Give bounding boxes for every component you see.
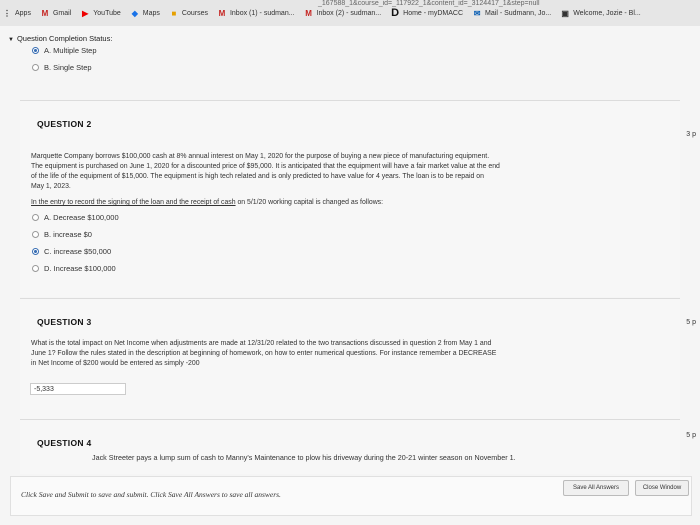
bookmark-maps[interactable]: ◆ Maps bbox=[130, 9, 160, 18]
answer-input[interactable]: -5,333 bbox=[30, 383, 126, 395]
points-label: 5 p bbox=[686, 319, 696, 326]
points-label: 3 p bbox=[686, 131, 696, 138]
q2-option-b[interactable]: B. increase $0 bbox=[32, 230, 92, 239]
radio-button[interactable] bbox=[32, 47, 39, 54]
completion-status[interactable]: ▼ Question Completion Status: bbox=[8, 34, 112, 43]
courses-icon: ■ bbox=[171, 8, 177, 18]
question-text: Marquette Company borrows $100,000 cash … bbox=[31, 153, 500, 190]
question-text: Jack Streeter pays a lump sum of cash to… bbox=[92, 453, 516, 462]
question-text: What is the total impact on Net Income w… bbox=[31, 340, 497, 367]
radio-button[interactable] bbox=[32, 214, 39, 221]
maps-icon: ◆ bbox=[131, 8, 138, 18]
triangle-down-icon: ▼ bbox=[8, 37, 14, 43]
d-icon: D bbox=[391, 6, 400, 19]
gmail-icon: M bbox=[218, 8, 226, 18]
bookmark-courses[interactable]: ■ Courses bbox=[169, 9, 208, 18]
gmail-icon: M bbox=[305, 8, 312, 18]
bookmarks-bar: _167588_1&course_id=_117922_1&content_id… bbox=[0, 0, 700, 27]
bookmark-youtube[interactable]: ▶ YouTube bbox=[80, 9, 121, 18]
submit-footer: Click Save and Submit to save and submit… bbox=[10, 476, 692, 516]
apps-icon: ⋮ bbox=[3, 8, 11, 18]
question-3-card: QUESTION 3 5 p What is the total impact … bbox=[20, 298, 696, 419]
question-title: QUESTION 3 bbox=[37, 317, 92, 327]
bookmark-mydmacc[interactable]: D Home - myDMACC bbox=[390, 6, 463, 19]
url-fragment: _167588_1&course_id=_117922_1&content_id… bbox=[318, 0, 540, 7]
q1-option-a[interactable]: A. Multiple Step bbox=[32, 46, 97, 55]
points-label: 5 p bbox=[686, 432, 696, 439]
radio-button[interactable] bbox=[32, 265, 39, 272]
radio-button[interactable] bbox=[32, 248, 39, 255]
q2-option-a[interactable]: A. Decrease $100,000 bbox=[32, 213, 119, 222]
close-window-button[interactable]: Close Window bbox=[635, 480, 689, 496]
welcome-icon: ▣ bbox=[561, 8, 569, 18]
radio-button[interactable] bbox=[32, 231, 39, 238]
page-content: ▼ Question Completion Status: A. Multiple… bbox=[0, 26, 700, 525]
bookmark-inbox-1[interactable]: M Inbox (1) - sudman... bbox=[217, 9, 295, 18]
bookmark-mail[interactable]: ✉ Mail - Sudmann, Jo... bbox=[472, 8, 552, 18]
question-title: QUESTION 4 bbox=[37, 438, 92, 448]
q2-option-c[interactable]: C. increase $50,000 bbox=[32, 247, 111, 256]
question-4-card: QUESTION 4 5 p Jack Streeter pays a lump… bbox=[20, 419, 696, 474]
bookmark-apps[interactable]: ⋮ Apps bbox=[2, 9, 31, 18]
question-title: QUESTION 2 bbox=[37, 119, 92, 129]
mail-icon: ✉ bbox=[473, 8, 481, 18]
bookmark-gmail[interactable]: M Gmail bbox=[40, 8, 72, 18]
question-prompt: In the entry to record the signing of th… bbox=[31, 199, 384, 206]
save-all-answers-button[interactable]: Save All Answers bbox=[563, 480, 629, 496]
gmail-icon: M bbox=[41, 8, 49, 18]
bookmark-inbox-2[interactable]: M Inbox (2) - sudman... bbox=[304, 8, 381, 18]
footer-message: Click Save and Submit to save and submit… bbox=[21, 490, 281, 499]
radio-button[interactable] bbox=[32, 64, 39, 71]
q2-option-d[interactable]: D. Increase $100,000 bbox=[32, 264, 116, 273]
question-2-card: QUESTION 2 3 p Marquette Company borrows… bbox=[20, 100, 696, 297]
youtube-icon: ▶ bbox=[82, 8, 89, 18]
bookmark-welcome[interactable]: ▣ Welcome, Jozie - Bl... bbox=[560, 8, 640, 18]
q1-option-b[interactable]: B. Single Step bbox=[32, 63, 92, 72]
